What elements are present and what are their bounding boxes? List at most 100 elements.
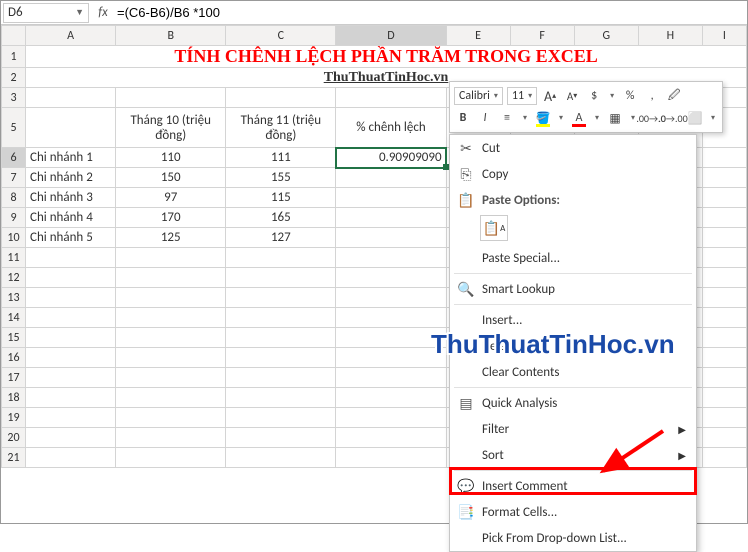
- ctx-insert[interactable]: Insert...: [450, 307, 696, 333]
- row-header[interactable]: 3: [2, 88, 26, 108]
- chevron-right-icon: ▶: [678, 449, 686, 462]
- row-header[interactable]: 15: [2, 328, 26, 348]
- col-header-C[interactable]: C: [226, 26, 336, 46]
- dropdown-icon[interactable]: ▾: [556, 109, 566, 127]
- ctx-quick-analysis[interactable]: ▤Quick Analysis: [450, 390, 696, 416]
- cell[interactable]: 97: [116, 188, 226, 208]
- ctx-delete[interactable]: Delete...: [450, 333, 696, 359]
- fill-color-icon[interactable]: 🪣: [534, 109, 552, 127]
- fx-icon[interactable]: fx: [91, 5, 115, 20]
- row-header[interactable]: 12: [2, 268, 26, 288]
- dropdown-icon[interactable]: ▾: [592, 109, 602, 127]
- mini-toolbar: Calibri▾ 11▾ A▴ A▾ $▾ % , 🖉 B I ≡▾ 🪣▾ A▾…: [449, 81, 723, 133]
- accounting-format-icon[interactable]: $: [585, 87, 603, 105]
- cell[interactable]: [336, 228, 446, 248]
- comma-format-icon[interactable]: ,: [643, 87, 661, 105]
- col-header-H[interactable]: H: [638, 26, 702, 46]
- col-header-I[interactable]: I: [702, 26, 746, 46]
- cell[interactable]: 127: [226, 228, 336, 248]
- header-thang10[interactable]: Tháng 10 (triệu đồng): [116, 108, 226, 148]
- formula-input[interactable]: [115, 5, 747, 20]
- paste-default-icon[interactable]: 📋A: [480, 215, 508, 241]
- col-header-G[interactable]: G: [574, 26, 638, 46]
- ctx-format-cells[interactable]: 📑Format Cells...: [450, 499, 696, 525]
- name-box[interactable]: D6 ▼: [3, 3, 89, 23]
- cell-label[interactable]: Chi nhánh 2: [26, 168, 116, 188]
- cell[interactable]: 170: [116, 208, 226, 228]
- col-header-A[interactable]: A: [26, 26, 116, 46]
- row-header[interactable]: 10: [2, 228, 26, 248]
- cell[interactable]: 125: [116, 228, 226, 248]
- increase-decimal-icon[interactable]: .0→.00: [664, 109, 682, 127]
- row-header[interactable]: 16: [2, 348, 26, 368]
- col-header-F[interactable]: F: [510, 26, 574, 46]
- borders-icon[interactable]: ▦: [606, 109, 624, 127]
- cell[interactable]: 110: [116, 148, 226, 168]
- bold-icon[interactable]: B: [454, 109, 472, 127]
- increase-font-icon[interactable]: A▴: [541, 87, 559, 105]
- font-color-icon[interactable]: A: [570, 109, 588, 127]
- cell-label[interactable]: Chi nhánh 1: [26, 148, 116, 168]
- font-size-select[interactable]: 11▾: [507, 87, 537, 105]
- ctx-copy[interactable]: ⎘Copy: [450, 161, 696, 187]
- title-cell[interactable]: TÍNH CHÊNH LỆCH PHẦN TRĂM TRONG EXCEL: [26, 46, 747, 68]
- cell[interactable]: 111: [226, 148, 336, 168]
- cell[interactable]: 165: [226, 208, 336, 228]
- row-header[interactable]: 14: [2, 308, 26, 328]
- row-header[interactable]: 19: [2, 408, 26, 428]
- row-header[interactable]: 11: [2, 248, 26, 268]
- decrease-decimal-icon[interactable]: .00→.0: [642, 109, 660, 127]
- separator: [454, 273, 692, 274]
- dropdown-icon[interactable]: ▾: [520, 109, 530, 127]
- ctx-insert-comment[interactable]: 💬Insert Comment: [450, 473, 696, 499]
- cell[interactable]: 155: [226, 168, 336, 188]
- row-header[interactable]: 20: [2, 428, 26, 448]
- ctx-clear-contents[interactable]: Clear Contents: [450, 359, 696, 385]
- row-header[interactable]: 5: [2, 108, 26, 148]
- merge-icon[interactable]: ⬜: [686, 109, 704, 127]
- row-header[interactable]: 9: [2, 208, 26, 228]
- decrease-font-icon[interactable]: A▾: [563, 87, 581, 105]
- cell-label[interactable]: Chi nhánh 5: [26, 228, 116, 248]
- ctx-cut[interactable]: ✂Cut: [450, 135, 696, 161]
- copy-icon: ⎘: [454, 166, 478, 183]
- ctx-sort[interactable]: Sort▶: [450, 442, 696, 468]
- row-header[interactable]: 8: [2, 188, 26, 208]
- ctx-smart-lookup[interactable]: 🔍Smart Lookup: [450, 276, 696, 302]
- col-header-B[interactable]: B: [116, 26, 226, 46]
- row-header[interactable]: 21: [2, 448, 26, 468]
- row-header[interactable]: 17: [2, 368, 26, 388]
- cell[interactable]: [336, 188, 446, 208]
- cell-label[interactable]: Chi nhánh 3: [26, 188, 116, 208]
- cell[interactable]: 150: [116, 168, 226, 188]
- col-header-D[interactable]: D: [336, 26, 446, 46]
- cell-label[interactable]: Chi nhánh 4: [26, 208, 116, 228]
- dropdown-icon[interactable]: ▾: [607, 87, 617, 105]
- percent-format-icon[interactable]: %: [621, 87, 639, 105]
- row-header[interactable]: 1: [2, 46, 26, 68]
- font-name-select[interactable]: Calibri▾: [454, 87, 503, 105]
- cell[interactable]: 115: [226, 188, 336, 208]
- cell-selected[interactable]: 0.90909090: [336, 148, 446, 168]
- separator: [454, 387, 692, 388]
- ctx-filter[interactable]: Filter▶: [450, 416, 696, 442]
- row-header[interactable]: 2: [2, 68, 26, 88]
- ctx-paste-special[interactable]: Paste Special...: [450, 245, 696, 271]
- select-all-corner[interactable]: [2, 26, 26, 46]
- row-header[interactable]: 6: [2, 148, 26, 168]
- col-header-E[interactable]: E: [446, 26, 510, 46]
- row-header[interactable]: 18: [2, 388, 26, 408]
- formula-bar: fx: [91, 1, 747, 25]
- cell[interactable]: [336, 208, 446, 228]
- dropdown-icon[interactable]: ▾: [708, 109, 718, 127]
- cell[interactable]: [336, 168, 446, 188]
- header-thang11[interactable]: Tháng 11 (triệu đồng): [226, 108, 336, 148]
- row-header[interactable]: 13: [2, 288, 26, 308]
- header-chenhlech[interactable]: % chênh lệch: [336, 108, 446, 148]
- ctx-pick-from-list[interactable]: Pick From Drop-down List...: [450, 525, 696, 551]
- italic-icon[interactable]: I: [476, 109, 494, 127]
- name-box-dropdown-icon[interactable]: ▼: [75, 7, 84, 18]
- row-header[interactable]: 7: [2, 168, 26, 188]
- align-icon[interactable]: ≡: [498, 109, 516, 127]
- format-painter-icon[interactable]: 🖉: [665, 87, 683, 105]
